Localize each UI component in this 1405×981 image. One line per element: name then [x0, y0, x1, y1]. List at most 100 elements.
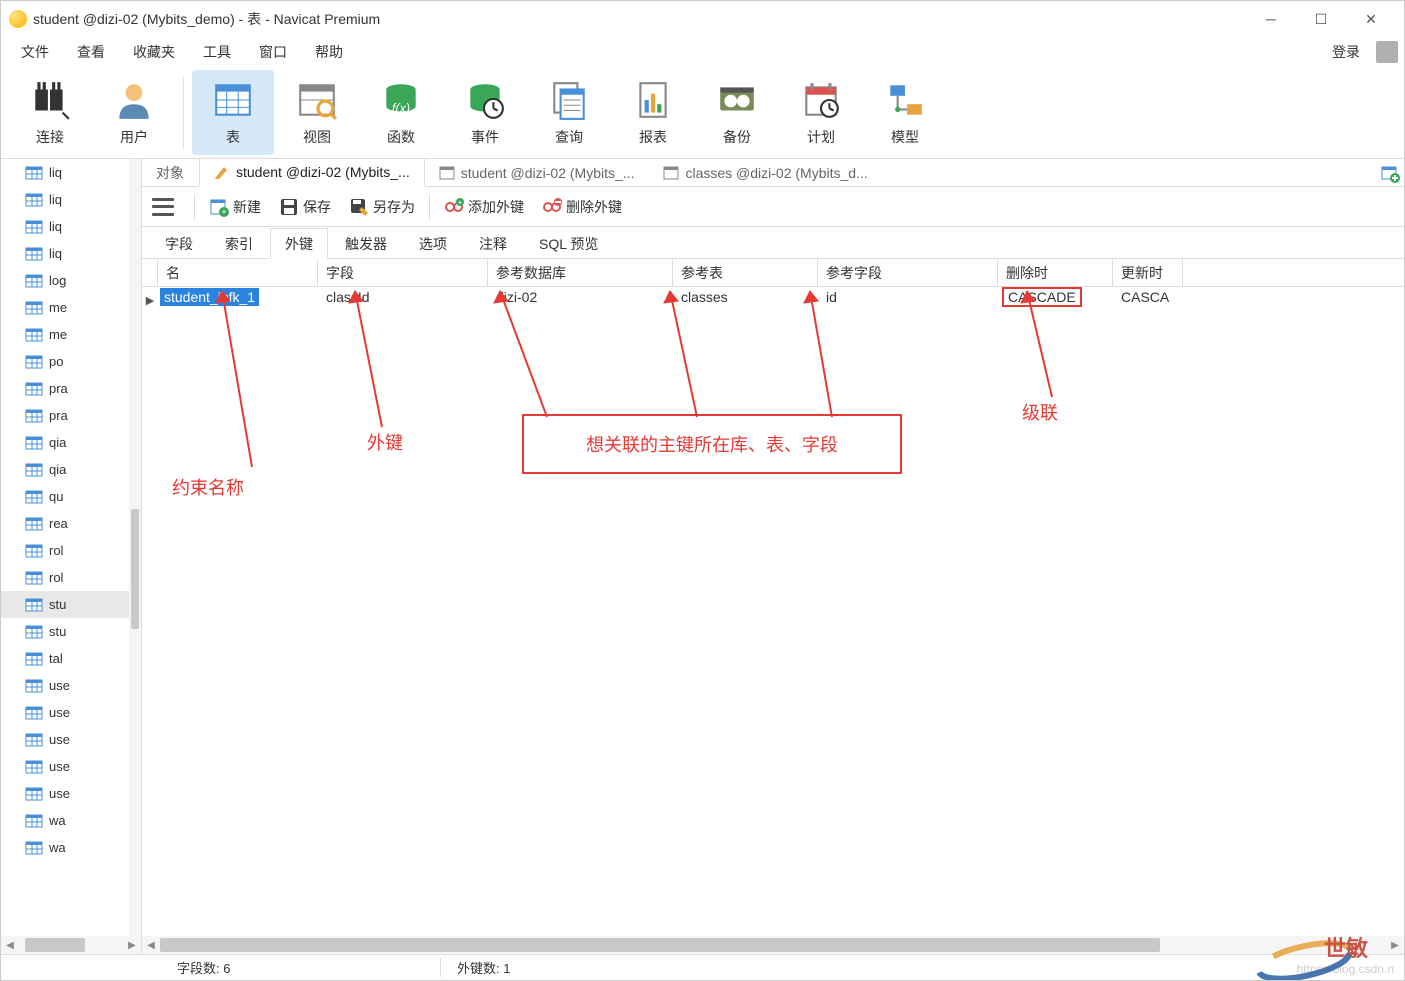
minimize-button[interactable]: ─ [1246, 4, 1296, 34]
hamburger-icon[interactable] [152, 198, 174, 216]
ribbon-event[interactable]: 事件 [444, 70, 526, 155]
ribbon-backup[interactable]: 备份 [696, 70, 778, 155]
avatar-icon[interactable] [1376, 41, 1398, 63]
table-icon [25, 382, 43, 396]
tree-node[interactable]: pra [1, 375, 141, 402]
tree-node[interactable]: stu [1, 591, 141, 618]
table-icon [25, 733, 43, 747]
menu-fav[interactable]: 收藏夹 [119, 38, 189, 66]
close-button[interactable]: ✕ [1346, 4, 1396, 34]
ribbon-table[interactable]: 表 [192, 70, 274, 155]
tree-node[interactable]: liq [1, 186, 141, 213]
tree-node[interactable]: rea [1, 510, 141, 537]
table-icon [25, 652, 43, 666]
ribbon-label: 连接 [36, 127, 64, 147]
ribbon-view[interactable]: 视图 [276, 70, 358, 155]
cell-onupdate[interactable]: CASCA [1113, 287, 1183, 313]
col-header-refdb[interactable]: 参考数据库 [488, 259, 673, 286]
schedule-icon [800, 79, 842, 121]
del-fk-button[interactable]: 删除外键 [538, 195, 626, 219]
ribbon-report[interactable]: 报表 [612, 70, 694, 155]
ribbon-connect[interactable]: 连接 [9, 70, 91, 155]
tree-node[interactable]: use [1, 699, 141, 726]
tree-node[interactable]: me [1, 294, 141, 321]
maximize-button[interactable]: ☐ [1296, 4, 1346, 34]
subtab-triggers[interactable]: 触发器 [330, 228, 402, 259]
cell-refdb[interactable]: dizi-02 [488, 287, 673, 313]
subtab-sqlpreview[interactable]: SQL 预览 [524, 228, 613, 259]
tree-node-label: liq [49, 246, 62, 261]
workspace: liqliqliqliqlogmemepoprapraqiaqiaqurearo… [1, 159, 1404, 954]
tree-scrollbar-v[interactable] [129, 159, 141, 936]
ribbon-function[interactable]: f(x) 函数 [360, 70, 442, 155]
content-scrollbar-h[interactable]: ◀▶ [142, 936, 1404, 954]
menu-help[interactable]: 帮助 [301, 38, 357, 66]
ribbon-query[interactable]: 查询 [528, 70, 610, 155]
doc-tab-objects[interactable]: 对象 [142, 159, 199, 187]
tree-node[interactable]: wa [1, 807, 141, 834]
tree-node[interactable]: use [1, 780, 141, 807]
tree-node[interactable]: qia [1, 429, 141, 456]
cell-field[interactable]: classId [318, 287, 488, 313]
tree-node[interactable]: qia [1, 456, 141, 483]
tree-node[interactable]: stu [1, 618, 141, 645]
cell-reffield[interactable]: id [818, 287, 998, 313]
table-icon [25, 517, 43, 531]
col-header-reftable[interactable]: 参考表 [673, 259, 818, 286]
save-as-button[interactable]: 另存为 [345, 195, 419, 219]
menu-view[interactable]: 查看 [63, 38, 119, 66]
col-header-reffield[interactable]: 参考字段 [818, 259, 998, 286]
col-header-ondelete[interactable]: 删除时 [998, 259, 1113, 286]
col-header-name[interactable]: 名 [158, 259, 318, 286]
col-header-onupdate[interactable]: 更新时 [1113, 259, 1183, 286]
tree-node[interactable]: log [1, 267, 141, 294]
save-button[interactable]: 保存 [275, 195, 335, 219]
tree-node[interactable]: qu [1, 483, 141, 510]
table-icon [25, 598, 43, 612]
menu-window[interactable]: 窗口 [245, 38, 301, 66]
doc-tab-classes[interactable]: classes @dizi-02 (Mybits_d... [649, 159, 882, 187]
tree-node[interactable]: rol [1, 564, 141, 591]
plug-icon [29, 79, 71, 121]
cell-reftable[interactable]: classes [673, 287, 818, 313]
subtab-fk[interactable]: 外键 [270, 228, 328, 259]
cell-name[interactable]: student_ibfk_1 [158, 287, 318, 313]
subtab-fields[interactable]: 字段 [150, 228, 208, 259]
doc-tab-student2[interactable]: student @dizi-02 (Mybits_... [425, 159, 650, 187]
tree-node[interactable]: liq [1, 159, 141, 186]
tree-scrollbar-h[interactable]: ◀▶ [1, 936, 141, 954]
tree-node[interactable]: use [1, 726, 141, 753]
del-fk-icon [542, 197, 562, 217]
tree-node[interactable]: po [1, 348, 141, 375]
tree-node-label: use [49, 678, 70, 693]
tree-node[interactable]: wa [1, 834, 141, 861]
menu-file[interactable]: 文件 [7, 38, 63, 66]
subtab-options[interactable]: 选项 [404, 228, 462, 259]
grid-row[interactable]: ▶ student_ibfk_1 classId dizi-02 classes… [142, 287, 1404, 313]
row-marker-icon: ▶ [142, 287, 158, 313]
ribbon-schedule[interactable]: 计划 [780, 70, 862, 155]
add-tab-button[interactable] [1376, 159, 1404, 187]
add-fk-button[interactable]: + 添加外键 [440, 195, 528, 219]
ribbon-label: 用户 [120, 127, 148, 147]
tree-node[interactable]: liq [1, 213, 141, 240]
subtab-comments[interactable]: 注释 [464, 228, 522, 259]
col-header-field[interactable]: 字段 [318, 259, 488, 286]
login-link[interactable]: 登录 [1322, 38, 1370, 66]
cell-ondelete[interactable]: CASCADE [998, 287, 1113, 313]
ribbon-model[interactable]: 模型 [864, 70, 946, 155]
table-icon [25, 841, 43, 855]
tree-node[interactable]: liq [1, 240, 141, 267]
tree-node[interactable]: pra [1, 402, 141, 429]
tree-node[interactable]: tal [1, 645, 141, 672]
doc-tab-student[interactable]: student @dizi-02 (Mybits_... [199, 159, 425, 187]
tree-node[interactable]: me [1, 321, 141, 348]
object-tree[interactable]: liqliqliqliqlogmemepoprapraqiaqiaqurearo… [1, 159, 141, 861]
menu-tools[interactable]: 工具 [189, 38, 245, 66]
new-button[interactable]: + 新建 [205, 195, 265, 219]
tree-node[interactable]: use [1, 753, 141, 780]
ribbon-user[interactable]: 用户 [93, 70, 175, 155]
subtab-indexes[interactable]: 索引 [210, 228, 268, 259]
tree-node[interactable]: use [1, 672, 141, 699]
tree-node[interactable]: rol [1, 537, 141, 564]
